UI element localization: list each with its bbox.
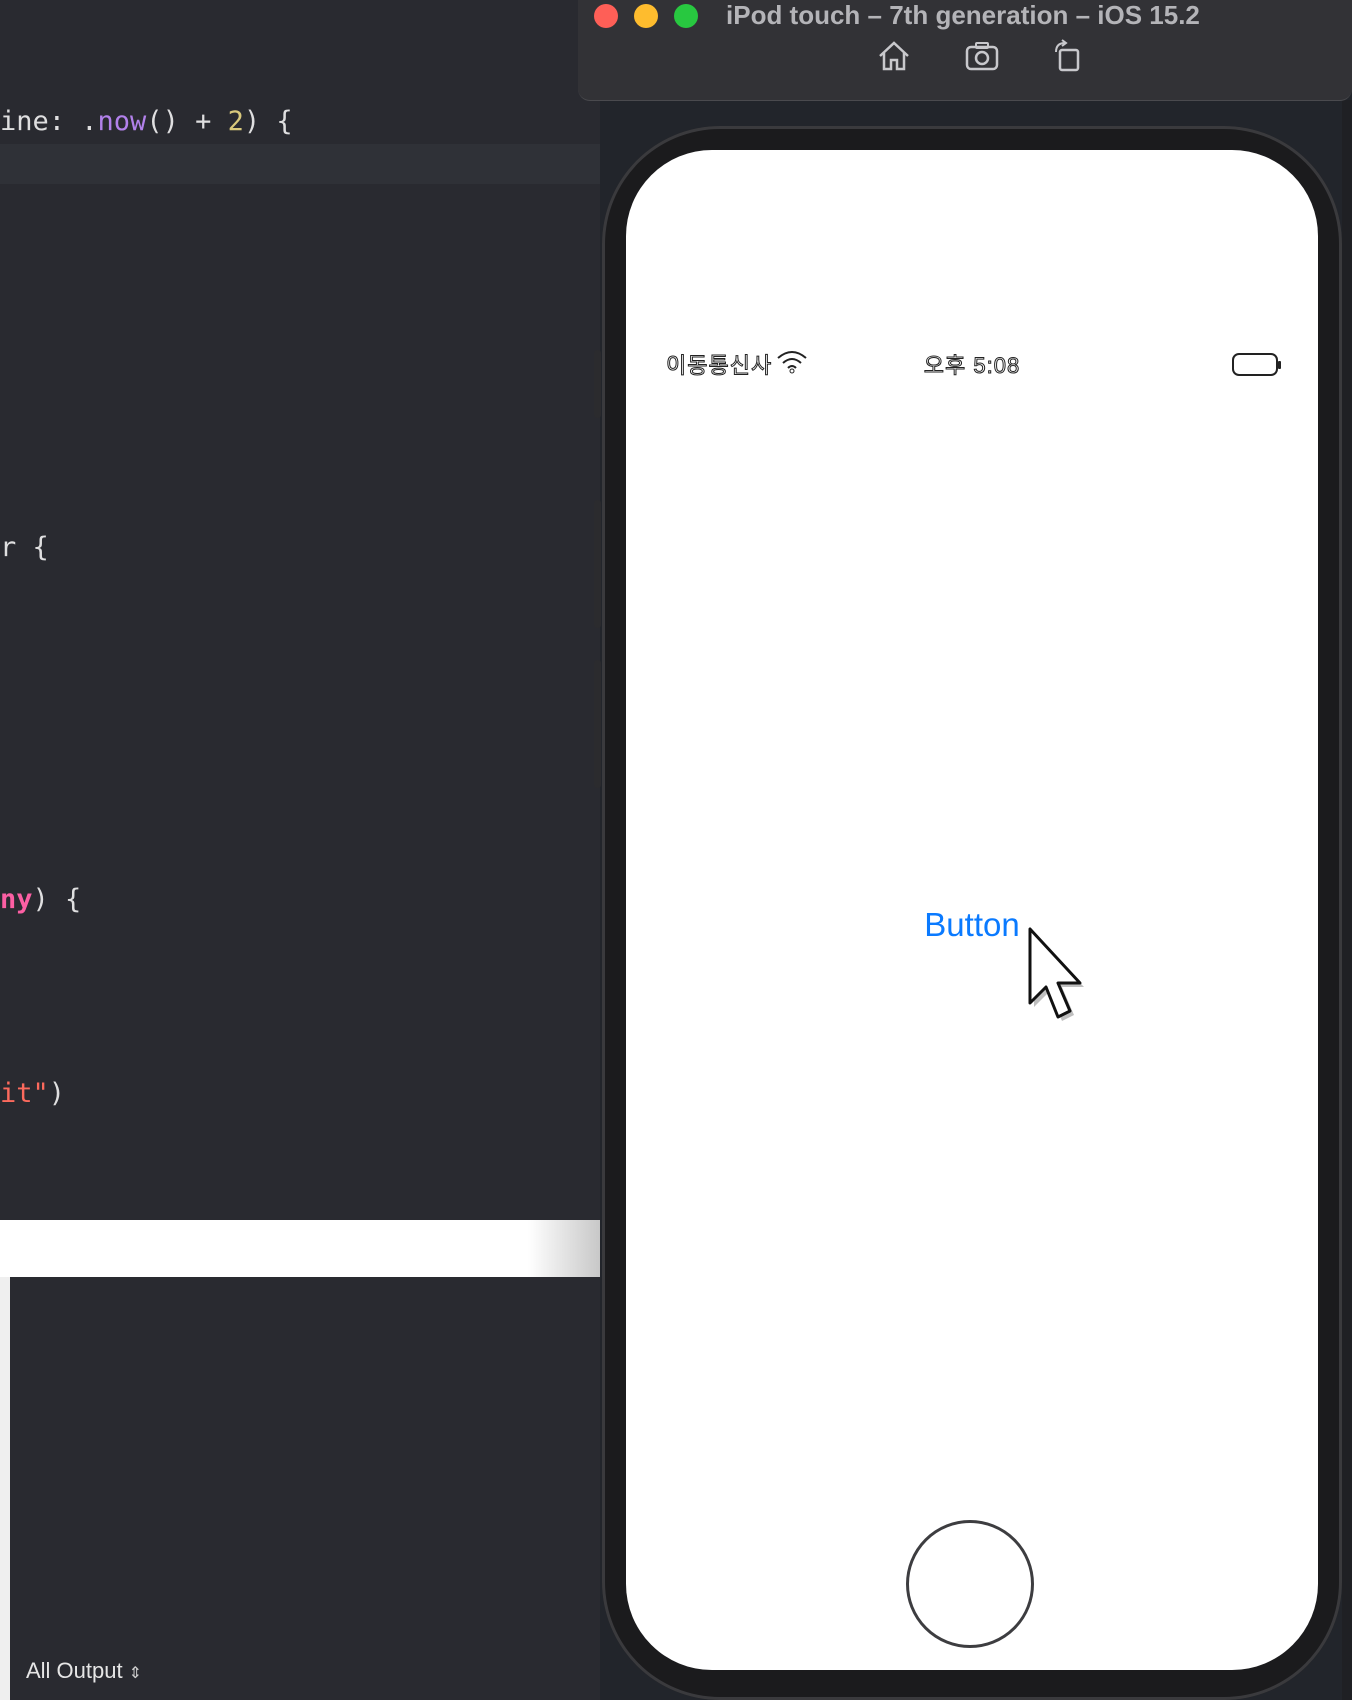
home-icon[interactable]	[876, 38, 912, 74]
screenshot-icon[interactable]	[964, 38, 1000, 74]
console-edge	[0, 1277, 10, 1700]
console-area[interactable]	[0, 1277, 600, 1700]
battery-icon	[1232, 353, 1281, 376]
home-button[interactable]	[906, 1520, 1034, 1648]
simulator-titlebar[interactable]: iPod touch – 7th generation – iOS 15.2	[578, 0, 1352, 101]
current-line-highlight	[0, 144, 600, 184]
volume-up-button	[594, 500, 601, 628]
zoom-button[interactable]	[674, 4, 698, 28]
code-editor[interactable]: ine: .now() + 2) { r { ny) { it")	[0, 0, 600, 1220]
simulator-screen[interactable]: 이동통신사 오후 5:08 Button	[626, 150, 1318, 1670]
output-filter-label: All Output	[26, 1658, 123, 1683]
code-line-4: it")	[0, 1078, 66, 1109]
debug-area-divider[interactable]	[0, 1220, 600, 1277]
rotate-icon[interactable]	[1050, 38, 1086, 74]
app-button[interactable]: Button	[626, 906, 1318, 944]
status-bar: 이동통신사 오후 5:08	[626, 348, 1318, 384]
code-line-1: ine: .now() + 2) {	[0, 106, 293, 137]
code-line-2: r {	[0, 532, 49, 563]
output-filter-popup[interactable]: All Output ⇕	[26, 1658, 142, 1684]
simulator-window-edge	[1342, 100, 1352, 1700]
mouse-pointer-icon	[1028, 927, 1084, 1021]
volume-down-button	[594, 660, 601, 788]
close-button[interactable]	[594, 4, 618, 28]
mute-switch	[594, 350, 601, 418]
updown-chevron-icon: ⇕	[128, 1665, 143, 1682]
minimize-button[interactable]	[634, 4, 658, 28]
code-line-3: ny) {	[0, 884, 82, 915]
simulator-title: iPod touch – 7th generation – iOS 15.2	[726, 0, 1200, 30]
status-time: 오후 5:08	[923, 353, 1021, 379]
